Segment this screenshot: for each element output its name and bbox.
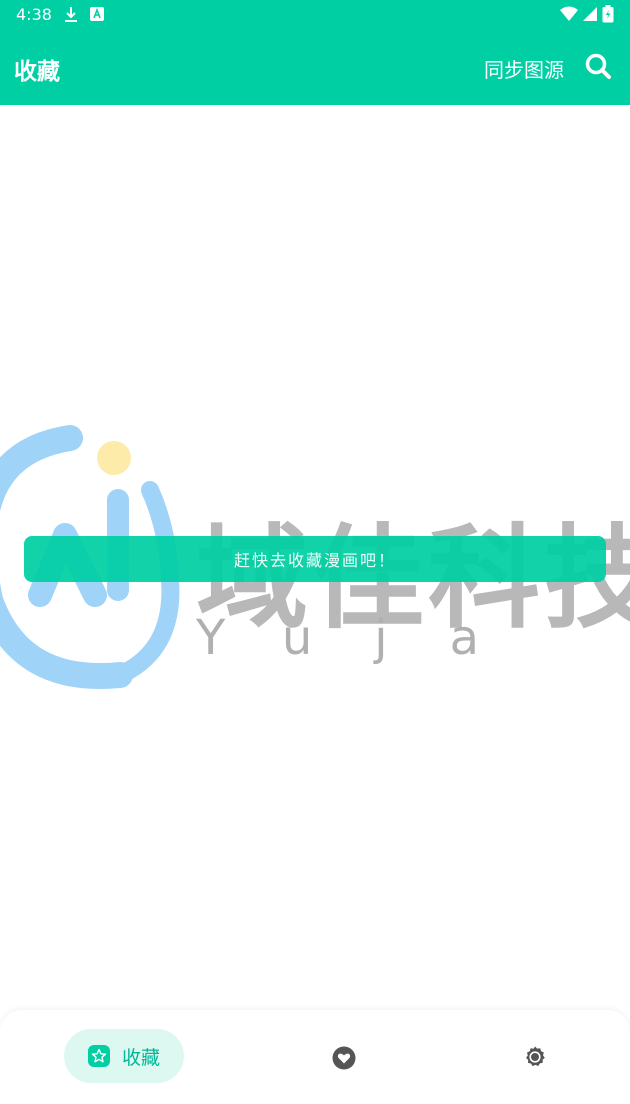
app-notification-icon xyxy=(90,7,104,21)
sync-sources-button[interactable]: 同步图源 xyxy=(484,54,564,83)
download-icon xyxy=(65,7,77,22)
settings-icon[interactable] xyxy=(523,1045,547,1069)
app-bar: 收藏 同步图源 xyxy=(0,30,630,105)
bottom-nav: 收藏 xyxy=(0,1010,630,1104)
page-title: 收藏 xyxy=(14,59,60,85)
nav-favorites[interactable]: 收藏 xyxy=(64,1029,184,1083)
star-icon xyxy=(87,1045,110,1067)
status-icons xyxy=(560,5,614,23)
wifi-icon xyxy=(560,6,578,21)
nav-favorites-label: 收藏 xyxy=(121,1046,160,1069)
heart-icon[interactable] xyxy=(332,1046,356,1070)
empty-favorites-message[interactable]: 赶快去收藏漫画吧！ xyxy=(24,536,606,582)
status-bar: 4:38 xyxy=(0,0,630,30)
battery-icon xyxy=(602,5,614,23)
watermark-latin: Yuja xyxy=(196,610,541,666)
signal-icon xyxy=(583,7,597,21)
favorites-content: 域佳科技 Yuja 赶快去收藏漫画吧！ xyxy=(0,105,630,1010)
status-time: 4:38 xyxy=(16,5,52,24)
search-icon[interactable] xyxy=(584,52,612,80)
